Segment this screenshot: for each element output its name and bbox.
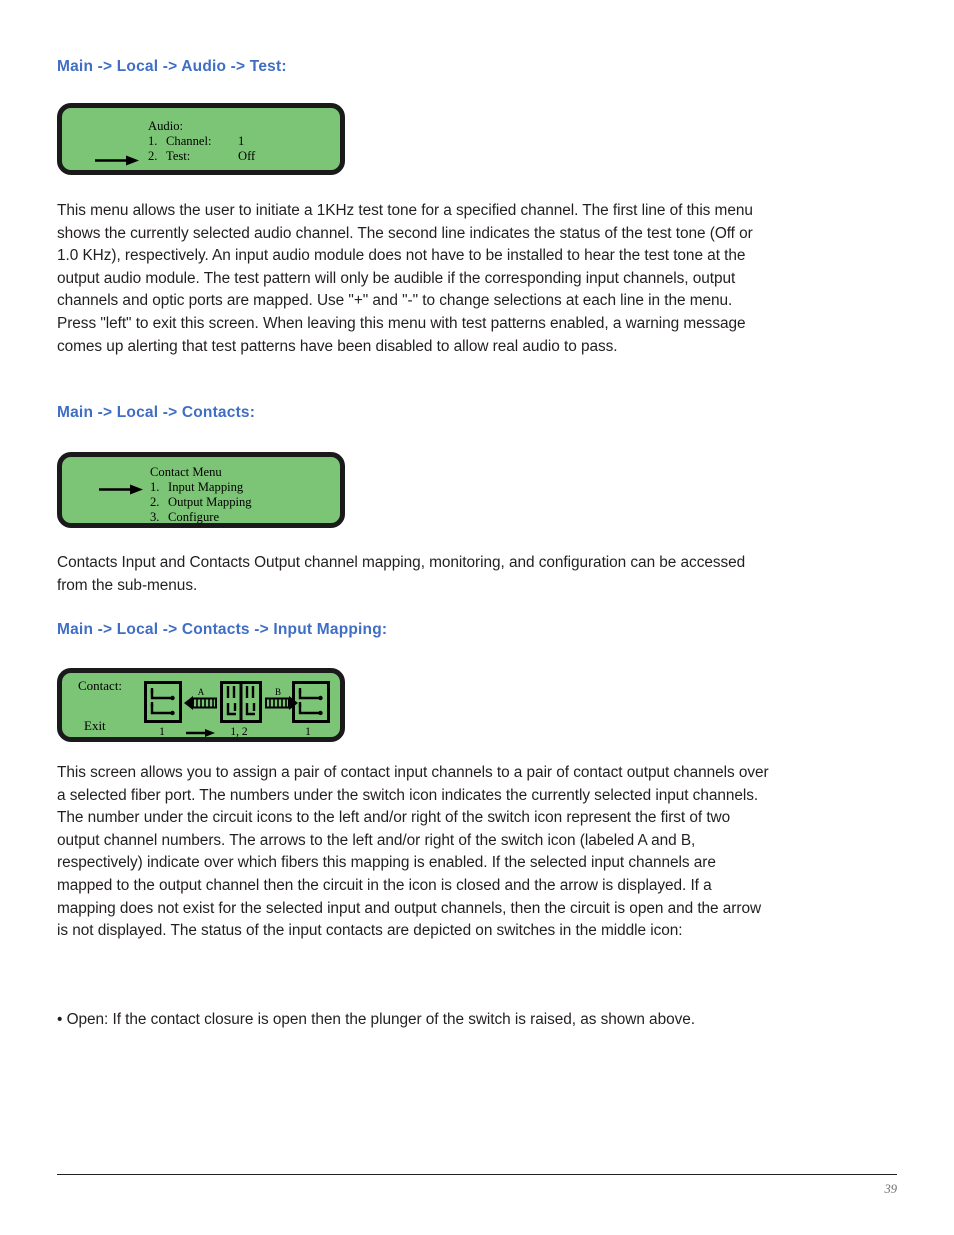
audio-row1-value: 1 bbox=[238, 134, 245, 148]
contact-menu-title-text: Contact Menu bbox=[150, 465, 222, 479]
audio-title-text: Audio: bbox=[148, 119, 183, 133]
svg-text:B: B bbox=[275, 687, 281, 697]
contact-menu-title: Contact Menu bbox=[150, 465, 252, 480]
left-circuit-channel-number: 1 bbox=[159, 726, 165, 738]
lcd-panel-contact-menu: Contact Menu 1. Input Mapping 2. Output … bbox=[57, 452, 345, 528]
right-circuit-channel-number: 1 bbox=[305, 726, 311, 738]
page-number: 39 bbox=[884, 1182, 898, 1196]
input-mapping-label: Contact: bbox=[78, 678, 123, 693]
audio-row2-value: Off bbox=[238, 149, 256, 163]
document-page: Main -> Local -> Audio -> Test: Audio: 1… bbox=[0, 0, 954, 1235]
contact-row1-index: 1. bbox=[150, 480, 160, 494]
selection-arrow-icon bbox=[99, 484, 143, 495]
lcd-panel-input-mapping: Contact: Exit A B 1 1, 2 1 bbox=[57, 668, 345, 742]
contact-row1-label: Input Mapping bbox=[168, 480, 244, 494]
input-mapping-exit-label[interactable]: Exit bbox=[84, 718, 106, 733]
lcd-panel-audio: Audio: 1. Channel: 1 2. Test: Off bbox=[57, 103, 345, 175]
heading-audio-test: Main -> Local -> Audio -> Test: bbox=[57, 58, 287, 75]
audio-row1-index: 1. bbox=[148, 134, 158, 148]
selection-arrow-icon bbox=[95, 155, 139, 166]
contact-menu-row-input-mapping[interactable]: 1. Input Mapping bbox=[150, 480, 252, 495]
heading-contacts: Main -> Local -> Contacts: bbox=[57, 404, 256, 421]
footer-divider bbox=[57, 1174, 897, 1175]
right-circuit-icon bbox=[292, 681, 330, 723]
left-circuit-icon bbox=[144, 681, 182, 723]
audio-menu-rows: Audio: 1. Channel: 1 2. Test: Off bbox=[148, 119, 255, 164]
audio-row1-label: Channel: bbox=[166, 134, 212, 148]
audio-menu-row-channel[interactable]: 1. Channel: 1 bbox=[148, 134, 255, 149]
input-mapping-diagram: A B 1 1, 2 1 bbox=[136, 679, 336, 741]
paragraph-contacts: Contacts Input and Contacts Output chann… bbox=[57, 554, 746, 594]
audio-row2-index: 2. bbox=[148, 149, 158, 163]
contact-menu-row-output-mapping[interactable]: 2. Output Mapping bbox=[150, 495, 252, 510]
contact-switch-icon bbox=[220, 681, 262, 723]
contact-row2-label: Output Mapping bbox=[168, 495, 252, 509]
fiber-arrow-a-icon: A bbox=[184, 687, 217, 710]
paragraph-audio-test: This menu allows the user to initiate a … bbox=[57, 202, 753, 355]
audio-menu-title: Audio: bbox=[148, 119, 255, 134]
svg-text:A: A bbox=[198, 687, 205, 697]
heading-contacts-input-mapping: Main -> Local -> Contacts -> Input Mappi… bbox=[57, 621, 388, 638]
bullet-open-contact: • Open: If the contact closure is open t… bbox=[57, 1011, 695, 1028]
audio-menu-row-test[interactable]: 2. Test: Off bbox=[148, 149, 255, 164]
paragraph-input-mapping: This screen allows you to assign a pair … bbox=[57, 764, 769, 940]
flow-arrow-icon bbox=[186, 729, 215, 737]
audio-row2-label: Test: bbox=[166, 149, 191, 163]
switch-channel-numbers: 1, 2 bbox=[230, 726, 248, 738]
contact-menu-row-configure[interactable]: 3. Configure bbox=[150, 510, 252, 525]
contact-menu-rows: Contact Menu 1. Input Mapping 2. Output … bbox=[150, 465, 252, 525]
contact-row2-index: 2. bbox=[150, 495, 160, 509]
contact-row3-label: Configure bbox=[168, 510, 220, 524]
contact-row3-index: 3. bbox=[150, 510, 160, 524]
